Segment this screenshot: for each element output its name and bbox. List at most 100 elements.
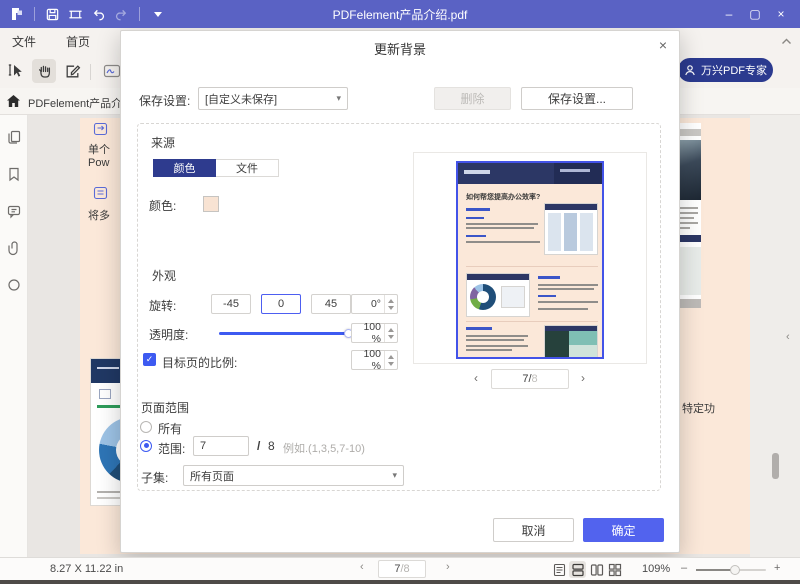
thumbnails-panel-icon[interactable] [6,129,22,150]
menu-item-file[interactable]: 文件 [12,33,36,50]
doc-convert-icon [93,122,108,141]
collapse-ribbon-icon[interactable] [781,34,792,48]
range-radio[interactable] [140,440,152,452]
prev-page-icon[interactable]: ‹ [360,561,364,573]
toolbar-dropdown-icon[interactable] [149,6,166,23]
dialog-close-icon[interactable]: × [659,37,667,53]
zoom-in-button[interactable]: + [774,562,780,574]
single-page-view-icon[interactable] [551,561,568,578]
search-panel-icon[interactable] [6,277,22,298]
menu-item-home[interactable]: 首页 [66,33,90,50]
doc-text-line: 将多 [88,210,110,222]
rotate-45-button[interactable]: 45 [311,294,351,314]
spinner-down-icon[interactable] [388,334,394,339]
chevron-down-icon: ▾ [392,470,397,480]
titlebar: PDFelement产品介绍.pdf – ▢ × [0,0,800,28]
preview-next-icon[interactable]: › [581,371,585,385]
expert-button[interactable]: 万兴PDF专家 [678,58,773,82]
doc-text-line: 特定功 [682,403,715,415]
redo-icon[interactable] [113,6,130,23]
appearance-label: 外观 [152,269,177,283]
color-label: 颜色: [149,199,177,213]
zoom-out-button[interactable]: – [681,562,687,574]
vertical-scrollbar[interactable] [772,453,779,479]
rotation-label: 旋转: [149,299,177,313]
all-pages-label: 所有 [158,422,183,436]
close-button[interactable]: × [768,0,794,28]
update-background-dialog: 更新背景 × 保存设置: [自定义未保存] ▾ 删除 保存设置... 来源 颜色… [120,30,680,553]
tab-file[interactable]: 文件 [216,159,279,177]
page-size-label: 8.27 X 11.22 in [50,563,124,575]
preview-prev-icon[interactable]: ‹ [474,371,478,385]
opacity-spinner[interactable]: 100 % [351,321,398,345]
spinner-up-icon[interactable] [388,327,394,332]
doc-text-line: 单个 [88,144,110,156]
spinner-up-icon[interactable] [388,354,394,359]
hand-tool-icon[interactable] [32,59,56,83]
save-settings-label: 保存设置: [139,94,191,108]
maximize-button[interactable]: ▢ [742,0,768,28]
page-number-box[interactable]: 7/8 [378,560,426,578]
page-range-label: 页面范围 [141,401,190,415]
home-icon[interactable] [6,94,21,113]
comments-panel-icon[interactable] [6,203,22,224]
rotate-minus45-button[interactable]: -45 [211,294,251,314]
window-bottom-edge [0,580,800,584]
range-input[interactable]: 7 [193,436,249,456]
attachments-panel-icon[interactable] [6,240,22,261]
dialog-title: 更新背景 [373,42,426,57]
spinner-up-icon[interactable] [388,298,394,303]
zoom-slider[interactable] [696,565,766,575]
tab-color[interactable]: 颜色 [153,159,216,177]
rotation-spinner[interactable]: 0° [351,294,398,314]
doc-merge-icon [93,186,108,205]
continuous-view-icon[interactable] [569,561,586,578]
range-label: 范围: [158,442,186,456]
preview-thumbnail: 如何帮您提高办公效率? [456,161,604,359]
scale-label: 目标页的比例: [162,356,238,370]
opacity-slider[interactable] [219,329,353,338]
preview-page-box[interactable]: 7/8 [491,369,569,389]
chevron-down-icon: ▾ [336,93,341,103]
range-divider: / [257,439,261,453]
edit-tool-icon[interactable] [60,59,84,83]
source-label: 来源 [151,136,176,150]
color-swatch[interactable] [203,196,219,212]
scale-checkbox[interactable]: ✓ [143,353,156,366]
right-panel-strip [750,115,800,557]
cancel-button[interactable]: 取消 [493,518,574,542]
app-logo [8,6,25,23]
undo-icon[interactable] [90,6,107,23]
save-icon[interactable] [44,6,61,23]
spinner-down-icon[interactable] [388,361,394,366]
range-total: 8 [268,439,275,453]
save-settings-select[interactable]: [自定义未保存] ▾ [198,87,348,110]
bookmarks-panel-icon[interactable] [6,166,22,187]
app-window: PDFelement产品介绍.pdf – ▢ × 文件 首页 万兴PDF专家 P… [0,0,800,584]
ok-button[interactable]: 确定 [583,518,664,542]
statusbar: 8.27 X 11.22 in ‹ 7/8 › 109% – + [0,557,800,580]
collapse-right-panel-icon[interactable]: ‹ [786,331,790,343]
rotate-zero-button[interactable]: 0 [261,294,301,314]
range-hint: 例如.(1,3,5,7-10) [283,443,365,455]
document-tab[interactable]: PDFelement产品介... [28,95,120,111]
expert-button-label: 万兴PDF专家 [701,65,767,77]
left-sidebar [0,115,28,557]
snapshot-icon[interactable] [67,6,84,23]
grid-view-icon[interactable] [606,561,623,578]
next-page-icon[interactable]: › [446,561,450,573]
preview-page-title: 如何帮您提高办公效率? [466,194,541,201]
two-page-view-icon[interactable] [588,561,605,578]
save-settings-button[interactable]: 保存设置... [521,87,633,110]
select-tool-icon[interactable] [4,59,28,83]
spinner-down-icon[interactable] [388,305,394,310]
scale-spinner[interactable]: 100 % [351,348,398,372]
zoom-slider-thumb[interactable] [730,565,740,575]
all-pages-radio[interactable] [140,421,152,433]
divider [90,64,91,80]
minimize-button[interactable]: – [716,0,742,28]
delete-settings-button[interactable]: 删除 [434,87,511,110]
opacity-label: 透明度: [149,328,189,342]
zoom-level-label: 109% [642,563,671,575]
subset-select[interactable]: 所有页面 ▾ [183,465,404,486]
